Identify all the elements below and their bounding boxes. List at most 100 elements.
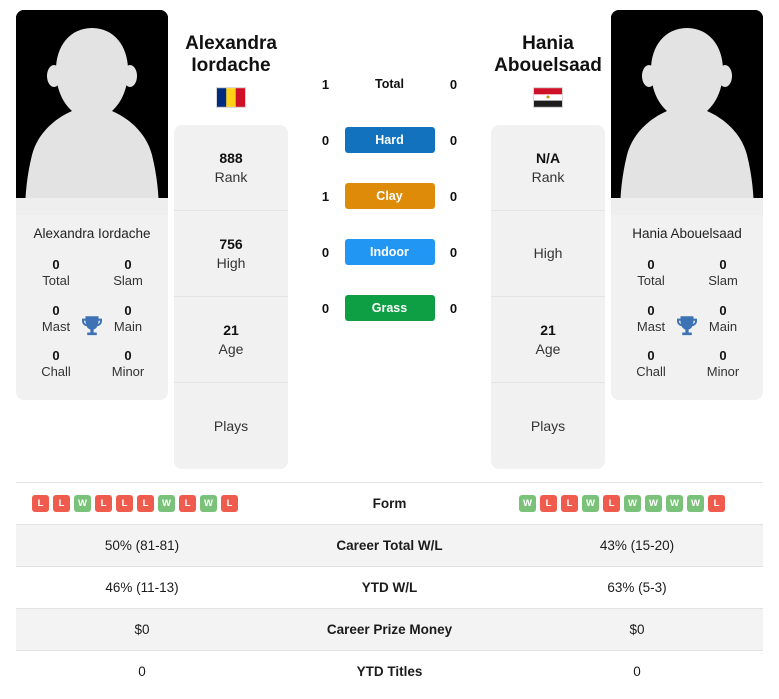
title-label: Chall xyxy=(636,364,666,380)
flag-egypt-icon xyxy=(532,87,563,109)
h2h-left-score: 0 xyxy=(321,132,330,148)
h2h-surface-label-wrap: Indoor xyxy=(344,239,435,265)
title-cell-total: 0 Total xyxy=(615,251,687,297)
form-badge-loss[interactable]: L xyxy=(708,495,725,512)
info-label: Plays xyxy=(213,417,249,434)
player-card-right[interactable]: Hania Abouelsaad 0 Total 0 Slam 0 Mast 0… xyxy=(611,10,763,400)
form-badge-loss[interactable]: L xyxy=(95,495,112,512)
form-badge-win[interactable]: W xyxy=(687,495,704,512)
form-badge-loss[interactable]: L xyxy=(540,495,557,512)
h2h-left-score: 0 xyxy=(321,244,330,260)
info-label: Age xyxy=(218,340,244,357)
row-label: Career Total W/L xyxy=(268,524,511,567)
title-label: Slam xyxy=(113,273,143,289)
h2h-right-score: 0 xyxy=(449,132,458,148)
title-value: 0 xyxy=(719,257,727,273)
flag-romania-icon xyxy=(216,87,246,109)
h2h-row-clay: 1 Clay 0 xyxy=(294,182,485,210)
table-row-career-prize-money: $0 Career Prize Money $0 xyxy=(16,608,763,651)
info-label: Plays xyxy=(530,417,566,434)
player-comparison-page: Alexandra Iordache 0 Total 0 Slam 0 Mast… xyxy=(0,0,779,699)
info-row-age: 21 Age xyxy=(174,297,288,384)
form-badge-loss[interactable]: L xyxy=(179,495,196,512)
h2h-row-total: 1 Total 0 xyxy=(294,70,485,98)
surface-badge-clay[interactable]: Clay xyxy=(344,183,435,209)
form-badge-win[interactable]: W xyxy=(74,495,91,512)
form-badge-loss[interactable]: L xyxy=(116,495,133,512)
info-label: High xyxy=(533,245,563,262)
info-stack-left: 888 Rank 756 High 21 Age Plays xyxy=(174,125,288,470)
info-row-plays: Plays xyxy=(491,383,605,469)
title-value: 0 xyxy=(124,348,132,364)
surface-badge-grass[interactable]: Grass xyxy=(344,295,435,321)
player-name-left: Alexandra Iordache xyxy=(185,33,277,77)
table-row-ytd-titles: 0 YTD Titles 0 xyxy=(16,650,763,693)
title-cell-slam: 0 Slam xyxy=(687,251,759,297)
player-photo-left xyxy=(16,10,168,215)
trophy-icon xyxy=(82,316,102,336)
info-row-rank: 888 Rank xyxy=(174,125,288,212)
form-badge-loss[interactable]: L xyxy=(32,495,49,512)
title-value: 0 xyxy=(52,348,60,364)
h2h-label-total: Total xyxy=(375,77,404,91)
table-row-form: LLWLLLWLWL Form WLLWLWWWWL xyxy=(16,482,763,525)
row-right-value: 0 xyxy=(633,664,641,679)
player-heading-left: Alexandra Iordache xyxy=(185,10,277,109)
player-photo-right xyxy=(611,10,763,215)
form-badge-loss[interactable]: L xyxy=(561,495,578,512)
row-label: YTD Titles xyxy=(356,664,423,679)
form-badge-loss[interactable]: L xyxy=(221,495,238,512)
info-value: 888 xyxy=(219,150,243,167)
form-strip-left: LLWLLLWLWL xyxy=(16,495,268,512)
h2h-left-score: 1 xyxy=(321,188,330,204)
h2h-row-hard: 0 Hard 0 xyxy=(294,126,485,154)
title-value: 0 xyxy=(719,348,727,364)
title-cell-slam: 0 Slam xyxy=(92,251,164,297)
info-stack-right: N/A Rank High 21 Age Plays xyxy=(491,125,605,470)
h2h-surface-label-wrap: Total xyxy=(345,75,435,93)
form-badge-loss[interactable]: L xyxy=(137,495,154,512)
form-badge-win[interactable]: W xyxy=(200,495,217,512)
form-badge-win[interactable]: W xyxy=(666,495,683,512)
form-badge-win[interactable]: W xyxy=(519,495,536,512)
title-value: 0 xyxy=(647,257,655,273)
title-cell-chall: 0 Chall xyxy=(615,342,687,388)
player-card-left[interactable]: Alexandra Iordache 0 Total 0 Slam 0 Mast… xyxy=(16,10,168,400)
row-label: YTD W/L xyxy=(361,580,418,595)
form-badge-loss[interactable]: L xyxy=(53,495,70,512)
title-cell-minor: 0 Minor xyxy=(92,342,164,388)
info-label: Age xyxy=(535,340,561,357)
table-row-career-total-wl: 50% (81-81) Career Total W/L 43% (15-20) xyxy=(16,524,763,567)
title-label: Minor xyxy=(706,364,740,380)
h2h-right-score: 0 xyxy=(449,244,458,260)
form-badge-loss[interactable]: L xyxy=(603,495,620,512)
row-left-value: $0 xyxy=(16,608,268,651)
titles-grid-left: 0 Total 0 Slam 0 Mast 0 Main 0 Chall 0 M… xyxy=(16,251,168,400)
h2h-right-score: 0 xyxy=(449,76,458,92)
surface-badge-indoor[interactable]: Indoor xyxy=(344,239,435,265)
form-cell-right: WLLWLWWWWL xyxy=(511,483,763,525)
trophy-icon xyxy=(677,316,697,336)
h2h-row-grass: 0 Grass 0 xyxy=(294,294,485,322)
form-badge-win[interactable]: W xyxy=(158,495,175,512)
form-badge-win[interactable]: W xyxy=(582,495,599,512)
h2h-surface-label-wrap: Hard xyxy=(344,127,435,153)
row-right-value: 43% (15-20) xyxy=(511,524,763,567)
info-value: 756 xyxy=(219,236,243,253)
titles-grid-right: 0 Total 0 Slam 0 Mast 0 Main 0 Chall 0 M… xyxy=(611,251,763,400)
surface-badge-hard[interactable]: Hard xyxy=(344,127,435,153)
player-name-line1: Alexandra xyxy=(185,33,277,54)
form-badge-win[interactable]: W xyxy=(624,495,641,512)
row-label: Form xyxy=(372,496,407,511)
avatar-silhouette-icon xyxy=(16,10,168,215)
player-name-line2: Iordache xyxy=(191,55,271,77)
form-badge-win[interactable]: W xyxy=(645,495,662,512)
player-info-column-right: Hania Abouelsaad N/A Rank High 21 Age Pl… xyxy=(491,10,605,470)
avatar-silhouette-icon xyxy=(611,10,763,215)
info-row-rank: N/A Rank xyxy=(491,125,605,212)
form-cell-left: LLWLLLWLWL xyxy=(16,483,268,525)
h2h-left-score: 1 xyxy=(321,76,330,92)
h2h-right-score: 0 xyxy=(449,300,458,316)
player-name-right: Hania Abouelsaad xyxy=(494,33,602,77)
title-cell-chall: 0 Chall xyxy=(20,342,92,388)
